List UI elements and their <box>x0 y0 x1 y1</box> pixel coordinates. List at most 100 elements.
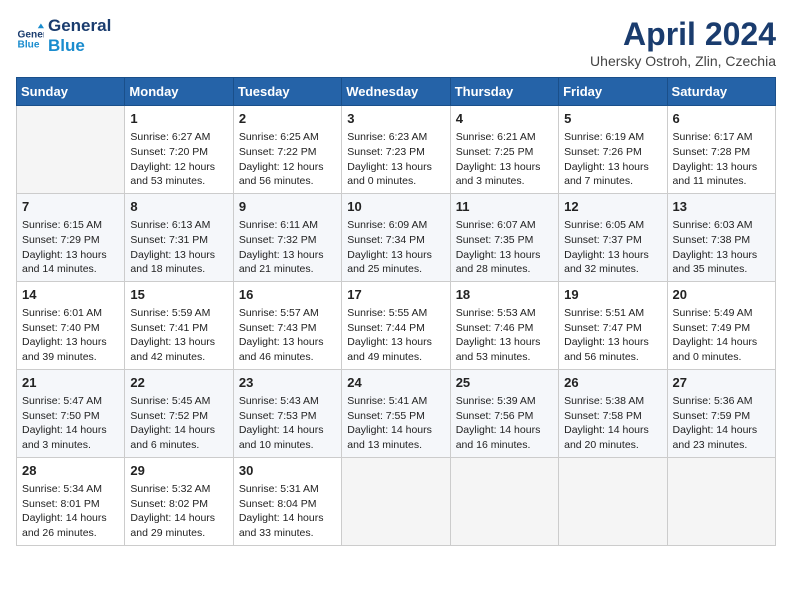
day-info-line: and 26 minutes. <box>22 526 119 541</box>
calendar-cell <box>342 457 450 545</box>
calendar-cell: 19Sunrise: 5:51 AMSunset: 7:47 PMDayligh… <box>559 281 667 369</box>
day-info-line: and 7 minutes. <box>564 174 661 189</box>
day-info-line: Daylight: 13 hours <box>239 335 336 350</box>
day-header: Tuesday <box>233 78 341 106</box>
calendar-cell: 14Sunrise: 6:01 AMSunset: 7:40 PMDayligh… <box>17 281 125 369</box>
day-number: 30 <box>239 462 336 480</box>
day-info-line: Sunset: 7:52 PM <box>130 409 227 424</box>
day-info-line: and 32 minutes. <box>564 262 661 277</box>
day-info-line: Daylight: 14 hours <box>130 423 227 438</box>
day-info-line: and 0 minutes. <box>347 174 444 189</box>
day-number: 1 <box>130 110 227 128</box>
day-number: 14 <box>22 286 119 304</box>
calendar-cell: 10Sunrise: 6:09 AMSunset: 7:34 PMDayligh… <box>342 193 450 281</box>
day-info-line: and 56 minutes. <box>239 174 336 189</box>
day-number: 24 <box>347 374 444 392</box>
day-info-line: Sunset: 7:44 PM <box>347 321 444 336</box>
calendar-week-row: 7Sunrise: 6:15 AMSunset: 7:29 PMDaylight… <box>17 193 776 281</box>
day-info-line: and 53 minutes. <box>456 350 553 365</box>
day-info-line: Sunrise: 5:57 AM <box>239 306 336 321</box>
day-info-line: Daylight: 13 hours <box>130 248 227 263</box>
day-number: 23 <box>239 374 336 392</box>
day-info-line: Sunset: 7:47 PM <box>564 321 661 336</box>
calendar-cell: 13Sunrise: 6:03 AMSunset: 7:38 PMDayligh… <box>667 193 775 281</box>
calendar-cell: 28Sunrise: 5:34 AMSunset: 8:01 PMDayligh… <box>17 457 125 545</box>
day-info-line: Sunset: 7:53 PM <box>239 409 336 424</box>
day-info-line: and 29 minutes. <box>130 526 227 541</box>
day-info-line: and 56 minutes. <box>564 350 661 365</box>
calendar-week-row: 1 Sunrise: 6:27 AMSunset: 7:20 PM Daylight… <box>17 106 776 194</box>
day-info-line: Daylight: 13 hours <box>673 160 770 175</box>
day-info-line: Sunrise: 6:15 AM <box>22 218 119 233</box>
day-info-line: Sunrise: 5:41 AM <box>347 394 444 409</box>
calendar-week-row: 14 Sunrise: 6:01 AMSunset: 7:40 PM Dayligh… <box>17 281 776 369</box>
day-info-line: Daylight: 13 hours <box>456 248 553 263</box>
day-info-line: Sunrise: 5:36 AM <box>673 394 770 409</box>
calendar-cell: 20Sunrise: 5:49 AMSunset: 7:49 PMDayligh… <box>667 281 775 369</box>
calendar-table: SundayMondayTuesdayWednesdayThursdayFrid… <box>16 77 776 546</box>
day-header: Friday <box>559 78 667 106</box>
day-number: 11 <box>456 198 553 216</box>
day-info-line: Sunset: 8:04 PM <box>239 497 336 512</box>
day-info-line: Sunset: 7:59 PM <box>673 409 770 424</box>
day-header: Sunday <box>17 78 125 106</box>
day-number: 29 <box>130 462 227 480</box>
day-info-line: Sunrise: 5:53 AM <box>456 306 553 321</box>
day-number: 28 <box>22 462 119 480</box>
calendar-cell: 27Sunrise: 5:36 AMSunset: 7:59 PMDayligh… <box>667 369 775 457</box>
day-info-line: Sunset: 7:40 PM <box>22 321 119 336</box>
calendar-cell: 8Sunrise: 6:13 AMSunset: 7:31 PMDaylight… <box>125 193 233 281</box>
logo: General Blue General Blue <box>16 16 111 57</box>
day-number: 6 <box>673 110 770 128</box>
calendar-cell: 21Sunrise: 5:47 AMSunset: 7:50 PMDayligh… <box>17 369 125 457</box>
day-info-line: Sunset: 7:37 PM <box>564 233 661 248</box>
day-info-line: and 25 minutes. <box>347 262 444 277</box>
day-info-line: Daylight: 14 hours <box>564 423 661 438</box>
day-header: Monday <box>125 78 233 106</box>
day-info-line: Sunrise: 5:34 AM <box>22 482 119 497</box>
calendar-cell: 3Sunrise: 6:23 AMSunset: 7:23 PMDaylight… <box>342 106 450 194</box>
day-number: 9 <box>239 198 336 216</box>
day-info-line: Sunrise: 6:09 AM <box>347 218 444 233</box>
day-info-line: Daylight: 14 hours <box>22 511 119 526</box>
day-number: 21 <box>22 374 119 392</box>
day-info-line: Sunset: 7:26 PM <box>564 145 661 160</box>
day-number: 16 <box>239 286 336 304</box>
day-number: 19 <box>564 286 661 304</box>
day-number: 10 <box>347 198 444 216</box>
day-info-line: Daylight: 13 hours <box>347 160 444 175</box>
day-info-line: Sunset: 7:56 PM <box>456 409 553 424</box>
day-info-line: and 16 minutes. <box>456 438 553 453</box>
calendar-cell <box>559 457 667 545</box>
day-info-line: and 18 minutes. <box>130 262 227 277</box>
day-number: 26 <box>564 374 661 392</box>
day-info-line: and 0 minutes. <box>673 350 770 365</box>
day-number: 17 <box>347 286 444 304</box>
day-info-line: and 49 minutes. <box>347 350 444 365</box>
day-info-line: Sunrise: 6:19 AM <box>564 130 661 145</box>
day-info-line: Daylight: 14 hours <box>239 511 336 526</box>
day-info-line: Sunrise: 6:01 AM <box>22 306 119 321</box>
calendar-cell: 24Sunrise: 5:41 AMSunset: 7:55 PMDayligh… <box>342 369 450 457</box>
day-info-line: Sunset: 7:25 PM <box>456 145 553 160</box>
day-info-line: Sunrise: 5:38 AM <box>564 394 661 409</box>
day-number: 7 <box>22 198 119 216</box>
calendar-cell: 5Sunrise: 6:19 AMSunset: 7:26 PMDaylight… <box>559 106 667 194</box>
logo-icon: General Blue <box>16 22 44 50</box>
day-info-line: Sunset: 7:49 PM <box>673 321 770 336</box>
calendar-header: SundayMondayTuesdayWednesdayThursdayFrid… <box>17 78 776 106</box>
calendar-cell <box>17 106 125 194</box>
day-info-line: Sunrise: 6:27 AM <box>130 130 227 145</box>
header: General Blue General Blue April 2024 Uhe… <box>16 16 776 69</box>
header-row: SundayMondayTuesdayWednesdayThursdayFrid… <box>17 78 776 106</box>
day-info-line: Daylight: 14 hours <box>347 423 444 438</box>
day-info-line: Daylight: 14 hours <box>130 511 227 526</box>
day-number: 12 <box>564 198 661 216</box>
day-info-line: Sunset: 7:58 PM <box>564 409 661 424</box>
calendar-cell: 7Sunrise: 6:15 AMSunset: 7:29 PMDaylight… <box>17 193 125 281</box>
day-info-line: and 20 minutes. <box>564 438 661 453</box>
day-info-line: Sunset: 7:20 PM <box>130 145 227 160</box>
day-header: Wednesday <box>342 78 450 106</box>
calendar-cell: 2Sunrise: 6:25 AMSunset: 7:22 PMDaylight… <box>233 106 341 194</box>
day-info-line: and 46 minutes. <box>239 350 336 365</box>
